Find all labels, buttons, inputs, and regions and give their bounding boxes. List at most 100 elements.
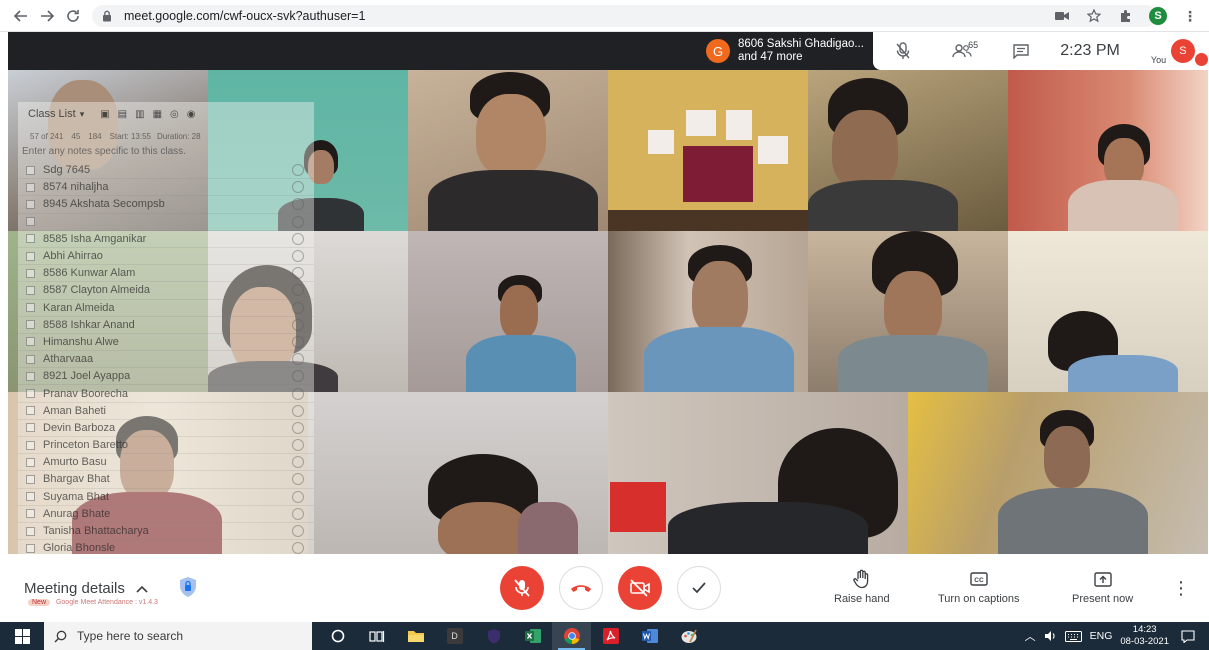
task-view-icon[interactable] <box>357 622 396 650</box>
attendance-checkbox[interactable] <box>26 234 35 244</box>
word-icon[interactable] <box>630 622 669 650</box>
active-speaker[interactable]: G 8606 Sakshi Ghadigao... and 47 more <box>698 32 878 70</box>
class-list-row[interactable]: Bhargav Bhat <box>18 471 314 489</box>
self-indicator[interactable]: S You <box>1149 32 1208 70</box>
attendance-checkbox[interactable] <box>26 509 35 519</box>
profile-avatar[interactable]: S <box>1149 7 1167 25</box>
video-tile[interactable] <box>408 231 608 392</box>
video-tile[interactable] <box>808 231 1008 392</box>
captions-button[interactable]: CC Turn on captions <box>938 568 1020 605</box>
class-list-row[interactable]: Tanisha Bhattacharya <box>18 523 314 541</box>
app-d-icon[interactable]: D <box>435 622 474 650</box>
menu-kebab-icon[interactable]: ⋮ <box>1181 7 1199 25</box>
class-list-row[interactable]: 8574 nihaljha <box>18 179 314 197</box>
forward-button[interactable] <box>34 3 60 29</box>
class-list-row[interactable]: 8585 Isha Amganikar <box>18 231 314 248</box>
video-tile[interactable] <box>608 231 808 392</box>
attendance-checkbox[interactable] <box>26 182 35 192</box>
class-list-row[interactable]: Himanshu Alwe <box>18 334 314 352</box>
language-indicator[interactable]: ENG <box>1090 630 1113 642</box>
attendance-checkbox[interactable] <box>26 199 35 209</box>
attendance-checkbox[interactable] <box>26 285 35 295</box>
attendance-checkbox[interactable] <box>26 423 35 433</box>
video-tile[interactable] <box>908 392 1208 554</box>
class-list-row[interactable]: Sdg 7645 <box>18 162 314 180</box>
reload-button[interactable] <box>60 3 86 29</box>
attendance-checkbox[interactable] <box>26 457 35 467</box>
host-controls-shield-icon[interactable] <box>178 576 198 598</box>
attendance-checkbox[interactable] <box>26 440 35 450</box>
attendance-checkbox[interactable] <box>26 165 35 175</box>
attendance-checkbox[interactable] <box>26 217 35 227</box>
video-tile[interactable] <box>408 70 608 231</box>
meeting-details-button[interactable]: Meeting details <box>24 580 149 597</box>
keyboard-icon[interactable] <box>1064 630 1082 642</box>
attendance-checkbox[interactable] <box>26 474 35 484</box>
class-list-row[interactable]: 8921 Joel Ayappa <box>18 368 314 386</box>
more-options-icon[interactable]: ⋮ <box>1172 578 1190 599</box>
class-list-row[interactable]: Atharvaaa <box>18 351 314 369</box>
present-now-button[interactable]: Present now <box>1072 568 1133 605</box>
attendance-checkbox[interactable] <box>26 389 35 399</box>
video-tile[interactable] <box>1008 70 1208 231</box>
speaker-volume-icon[interactable] <box>1044 630 1057 642</box>
video-tile[interactable] <box>608 70 808 231</box>
video-tile[interactable] <box>1008 231 1208 392</box>
class-list-row[interactable]: Pranav Boorecha <box>18 385 314 403</box>
toggle-camera-button[interactable] <box>618 566 662 610</box>
class-notes-field[interactable]: Enter any notes specific to this class. <box>18 146 314 162</box>
raise-hand-button[interactable]: Raise hand <box>834 568 890 605</box>
attendance-checkbox[interactable] <box>26 354 35 364</box>
video-tile[interactable] <box>808 70 1008 231</box>
attendance-checkbox[interactable] <box>26 526 35 536</box>
paint-icon[interactable] <box>669 622 708 650</box>
class-list-row[interactable]: 8586 Kunwar Alam <box>18 265 314 283</box>
camera-indicator-icon[interactable] <box>1053 7 1071 25</box>
taskbar-clock[interactable]: 14:23 08-03-2021 <box>1120 624 1169 648</box>
attendance-checkbox[interactable] <box>26 371 35 381</box>
attendance-checkbox[interactable] <box>26 337 35 347</box>
mic-muted-icon[interactable] <box>873 42 932 60</box>
class-list-row[interactable]: 8945 Akshata Secompsb <box>18 196 314 214</box>
class-list-row[interactable]: Abhi Ahirrao <box>18 248 314 266</box>
attendance-checkbox[interactable] <box>26 492 35 502</box>
extensions-puzzle-icon[interactable] <box>1117 7 1135 25</box>
leave-call-button[interactable] <box>559 566 603 610</box>
chat-button[interactable] <box>991 43 1050 59</box>
attendance-checkbox[interactable] <box>26 320 35 330</box>
star-icon[interactable] <box>1085 7 1103 25</box>
class-list-row[interactable]: 8587 Clayton Almeida <box>18 282 314 300</box>
taskbar-search-box[interactable]: Type here to search <box>44 622 312 650</box>
attendance-checkbox[interactable] <box>26 543 35 553</box>
video-tile[interactable] <box>308 392 608 554</box>
attendance-checkbox[interactable] <box>26 303 35 313</box>
class-list-row[interactable]: Devin Barboza <box>18 420 314 437</box>
toggle-mic-button[interactable] <box>500 566 544 610</box>
class-list-row[interactable]: Anurag Bhate <box>18 506 314 523</box>
attendance-checkbox[interactable] <box>26 406 35 416</box>
notifications-icon[interactable] <box>1181 629 1195 643</box>
video-tile[interactable] <box>608 392 908 554</box>
class-list-row[interactable]: Karan Almeida <box>18 300 314 317</box>
chrome-icon[interactable] <box>552 622 591 650</box>
address-bar[interactable]: meet.google.com/cwf-oucx-svk?authuser=1 <box>92 5 1157 27</box>
app-shield-icon[interactable] <box>474 622 513 650</box>
chevron-up-tray-icon[interactable]: ︿ <box>1025 628 1036 644</box>
back-button[interactable] <box>8 3 34 29</box>
start-button[interactable] <box>0 622 44 650</box>
file-explorer-icon[interactable] <box>396 622 435 650</box>
class-list-row[interactable]: Aman Baheti <box>18 403 314 420</box>
attendance-check-button[interactable] <box>677 566 721 610</box>
excel-icon[interactable] <box>513 622 552 650</box>
attendance-checkbox[interactable] <box>26 251 35 261</box>
attendance-checkbox[interactable] <box>26 268 35 278</box>
participants-button[interactable]: 65 <box>932 40 991 58</box>
class-list-row[interactable]: Princeton Baretto <box>18 437 314 455</box>
class-list-row[interactable] <box>18 214 314 231</box>
class-list-row[interactable]: 8588 Ishkar Anand <box>18 317 314 334</box>
acrobat-icon[interactable] <box>591 622 630 650</box>
cortana-icon[interactable] <box>318 622 357 650</box>
class-list-header[interactable]: Class List ▾ ▣▤▥▦◎◉ <box>18 102 314 126</box>
class-list-row[interactable]: Amurto Basu <box>18 454 314 472</box>
class-list-row[interactable]: Suyama Bhat <box>18 489 314 506</box>
